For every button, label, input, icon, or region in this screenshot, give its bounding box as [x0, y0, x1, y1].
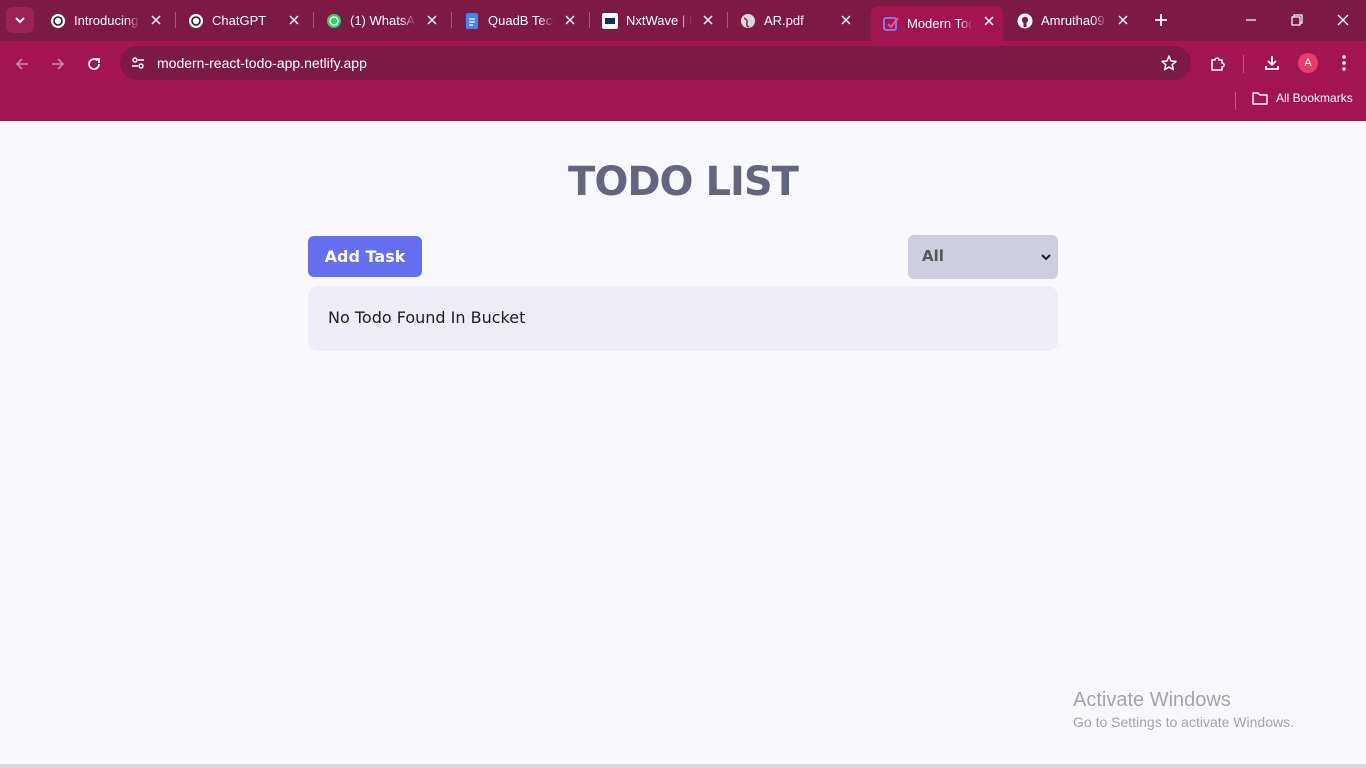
site-info-icon[interactable]: [128, 53, 148, 73]
close-icon[interactable]: [148, 12, 164, 28]
address-bar[interactable]: modern-react-todo-app.netlify.app: [120, 46, 1191, 80]
tab-strip: Introducing ChatGPT ChatGPT (1) WhatsApp…: [0, 0, 1366, 41]
url-text: modern-react-todo-app.netlify.app: [157, 55, 367, 71]
openai-icon: [50, 13, 66, 29]
close-icon[interactable]: [424, 12, 440, 28]
close-icon[interactable]: [562, 12, 578, 28]
reload-button[interactable]: [82, 52, 106, 76]
openai-icon: [188, 13, 204, 29]
tab-ar-pdf[interactable]: AR.pdf: [728, 5, 860, 36]
profile-avatar[interactable]: A: [1298, 53, 1318, 73]
todo-app-icon: [883, 16, 899, 32]
close-icon: [1337, 14, 1349, 26]
toolbar-separator: [1243, 55, 1244, 73]
tab-title: NxtWave | Re: [626, 13, 692, 28]
tab-title: ChatGPT: [212, 13, 267, 28]
chevron-down-icon: [1040, 251, 1052, 263]
tab-title: Amrutha091: [1041, 13, 1107, 28]
download-icon[interactable]: [1261, 52, 1283, 74]
reload-icon: [88, 58, 100, 70]
more-menu-icon[interactable]: [1333, 52, 1355, 74]
tab-introducing-chatgpt[interactable]: Introducing ChatGPT: [38, 5, 170, 36]
close-icon[interactable]: [981, 13, 997, 29]
chevron-down-icon: [15, 17, 25, 24]
status-filter-select[interactable]: All: [908, 235, 1058, 279]
plus-icon: [1155, 14, 1167, 26]
tab-github[interactable]: Amrutha091: [1005, 5, 1137, 36]
bookmarks-separator: [1235, 92, 1236, 110]
close-window-button[interactable]: [1331, 8, 1355, 32]
tab-chatgpt[interactable]: ChatGPT: [176, 5, 308, 36]
all-bookmarks-button[interactable]: All Bookmarks: [1252, 91, 1353, 105]
tab-title: AR.pdf: [764, 13, 804, 28]
minimize-icon: [1246, 19, 1256, 21]
tab-title: QuadB Technologies: [488, 13, 554, 28]
page-title: TODO LIST: [568, 159, 799, 205]
add-task-button[interactable]: Add Task: [308, 236, 422, 277]
minimize-button[interactable]: [1239, 8, 1263, 32]
bookmark-star-icon[interactable]: [1159, 53, 1179, 73]
tab-quadb[interactable]: QuadB Technologies: [452, 5, 584, 36]
tab-title: Introducing ChatGPT: [74, 13, 140, 28]
nxtwave-icon: [602, 12, 618, 29]
arrow-right-icon: [52, 58, 65, 70]
all-bookmarks-label: All Bookmarks: [1276, 91, 1353, 105]
browser-toolbar: modern-react-todo-app.netlify.app A All …: [0, 41, 1366, 121]
todo-list-container: No Todo Found In Bucket: [308, 286, 1058, 351]
whatsapp-icon: [326, 13, 342, 29]
taskbar-edge: [0, 764, 1366, 768]
restore-icon: [1291, 14, 1303, 26]
forward-button[interactable]: [46, 52, 70, 76]
tab-whatsapp[interactable]: (1) WhatsApp: [314, 5, 446, 36]
activation-subtitle: Go to Settings to activate Windows.: [1073, 714, 1294, 730]
tab-title: (1) WhatsApp: [350, 13, 416, 28]
close-icon[interactable]: [700, 12, 716, 28]
todo-app-page: TODO LIST Add Task All No Todo Found In …: [0, 121, 1366, 768]
back-button[interactable]: [10, 52, 34, 76]
close-icon[interactable]: [838, 12, 854, 28]
empty-message: No Todo Found In Bucket: [328, 308, 526, 327]
filter-selected-value: All: [922, 247, 944, 265]
new-tab-button[interactable]: [1150, 9, 1172, 31]
restore-button[interactable]: [1285, 8, 1309, 32]
google-docs-icon: [464, 12, 480, 29]
windows-activation-watermark: Activate Windows Go to Settings to activ…: [1073, 689, 1294, 730]
arrow-left-icon: [15, 58, 28, 70]
activation-title: Activate Windows: [1073, 689, 1231, 711]
tab-nxtwave[interactable]: NxtWave | Re: [590, 5, 722, 36]
close-icon[interactable]: [286, 12, 302, 28]
extensions-icon[interactable]: [1207, 52, 1229, 74]
tab-title: Modern Todo: [907, 16, 973, 31]
tab-search-button[interactable]: [6, 7, 34, 33]
github-icon: [1017, 13, 1033, 29]
folder-icon: [1252, 91, 1268, 105]
tab-modern-todo[interactable]: Modern Todo: [871, 6, 1003, 41]
globe-icon: [740, 13, 756, 29]
close-icon[interactable]: [1115, 12, 1131, 28]
